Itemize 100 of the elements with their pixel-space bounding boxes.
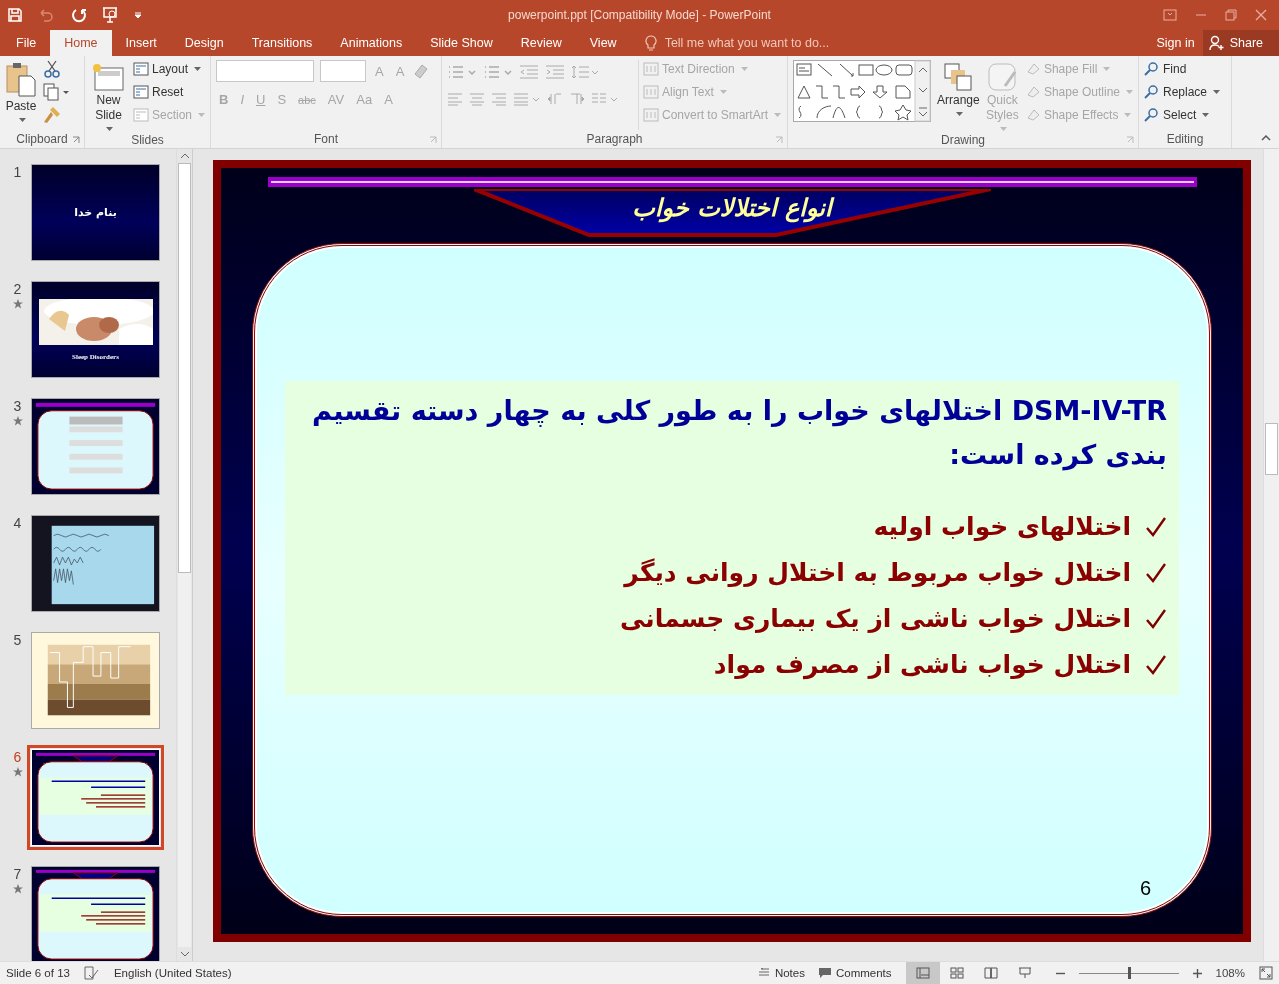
notes-button[interactable]: Notes bbox=[757, 967, 805, 979]
customize-icon[interactable] bbox=[133, 10, 143, 20]
scissors-icon[interactable] bbox=[43, 60, 61, 78]
ribbon-display-icon[interactable] bbox=[1163, 9, 1177, 21]
ribbon-tab[interactable]: Design bbox=[170, 30, 238, 56]
intro-text: DSM-IV-TR اختلالهای خواب را به طور کلی به چهار دسته تقسیم بندی کرده است: bbox=[311, 394, 1167, 473]
new-slide-button[interactable]: New Slide bbox=[90, 60, 127, 131]
slide-thumbnail[interactable] bbox=[31, 515, 160, 612]
arrange-icon bbox=[943, 62, 974, 92]
slide-number: 6 bbox=[13, 749, 22, 765]
scrollbar-thumb[interactable] bbox=[178, 163, 191, 573]
spell-check-icon[interactable] bbox=[83, 966, 100, 980]
ribbon-tab[interactable]: File bbox=[2, 30, 51, 56]
bullet-text: اختلالهای خواب اولیه bbox=[873, 511, 1131, 543]
check-icon bbox=[1145, 654, 1167, 676]
ltr-icon[interactable] bbox=[547, 92, 563, 106]
ribbon-tab[interactable]: Animations bbox=[326, 30, 417, 56]
caret-icon bbox=[956, 112, 964, 116]
scroll-down-icon[interactable] bbox=[178, 949, 191, 959]
slide-thumbnail[interactable] bbox=[31, 632, 160, 729]
normal-view-button[interactable] bbox=[905, 962, 940, 984]
group-label: Editing bbox=[1166, 132, 1204, 146]
group-label: Slides bbox=[131, 132, 164, 147]
zoom-thumb[interactable] bbox=[1127, 967, 1131, 979]
sign-in-link[interactable]: Sign in bbox=[1148, 30, 1203, 56]
page-number: 6 bbox=[1139, 877, 1151, 900]
presentation-icon[interactable] bbox=[101, 6, 119, 24]
repeat-icon[interactable] bbox=[71, 7, 87, 23]
font-name-field[interactable] bbox=[216, 60, 314, 82]
ribbon-command[interactable]: Replace bbox=[1144, 83, 1221, 101]
group-label: Clipboard bbox=[16, 132, 68, 146]
ribbon-command[interactable]: Select bbox=[1144, 106, 1221, 124]
ribbon-command[interactable]: Find bbox=[1144, 60, 1221, 78]
dialog-launcher-icon[interactable] bbox=[775, 136, 783, 144]
zoom-level[interactable]: 108% bbox=[1215, 967, 1245, 979]
book-icon bbox=[983, 967, 998, 979]
group-label: Drawing bbox=[941, 132, 985, 147]
numbering-icon[interactable] bbox=[483, 64, 513, 80]
dialog-launcher-icon[interactable] bbox=[1126, 136, 1134, 144]
caret-icon bbox=[1124, 113, 1132, 117]
caret-icon bbox=[1202, 113, 1210, 117]
ribbon-tab[interactable]: Slide Show bbox=[416, 30, 507, 56]
paste-button[interactable]: Paste bbox=[5, 60, 37, 130]
window-title: powerpoint.ppt [Compatibility Mode] - PowerPoint bbox=[508, 8, 771, 22]
projector-screen-icon bbox=[1017, 967, 1032, 979]
magnifier-icon bbox=[1144, 62, 1160, 76]
magnifier-icon bbox=[1144, 85, 1160, 99]
slide-number: 5 bbox=[13, 632, 22, 648]
ribbon-tab[interactable]: Home bbox=[50, 30, 112, 56]
caret-icon bbox=[1126, 90, 1133, 94]
zoom-in-icon[interactable] bbox=[1192, 968, 1202, 978]
ribbon-tab[interactable]: Insert bbox=[111, 30, 171, 56]
save-icon[interactable] bbox=[7, 7, 23, 23]
tell-me-field[interactable]: Tell me what you want to do... bbox=[662, 35, 867, 51]
ribbon-tab[interactable]: Review bbox=[506, 30, 576, 56]
slide-thumbnail[interactable]: بنام خدا bbox=[31, 164, 160, 261]
dialog-launcher-icon[interactable] bbox=[72, 136, 80, 144]
caret-icon bbox=[719, 90, 727, 94]
notes-icon bbox=[757, 968, 770, 978]
scrollbar-thumb[interactable] bbox=[1265, 423, 1278, 475]
caret-icon bbox=[1000, 127, 1008, 131]
collapse-ribbon-icon[interactable] bbox=[1261, 134, 1271, 142]
ribbon-tab[interactable]: View bbox=[575, 30, 631, 56]
ribbon-command[interactable]: Reset bbox=[132, 83, 205, 101]
font-size-field[interactable] bbox=[320, 60, 366, 82]
slide-number: 2 bbox=[13, 281, 22, 297]
restore-icon[interactable] bbox=[1225, 9, 1237, 21]
caret-icon bbox=[106, 127, 114, 131]
scroll-up-icon[interactable] bbox=[178, 151, 191, 161]
shapes-gallery[interactable] bbox=[793, 60, 931, 122]
slide-number: 4 bbox=[13, 515, 22, 531]
rtl-icon[interactable] bbox=[569, 92, 585, 106]
slide-number: 1 bbox=[13, 164, 22, 180]
normal-view-icon bbox=[915, 967, 930, 979]
close-icon[interactable] bbox=[1255, 9, 1267, 21]
slide-number: 3 bbox=[13, 398, 22, 414]
language-status[interactable]: English (United States) bbox=[113, 967, 232, 979]
ribbon-tab[interactable]: Transitions bbox=[237, 30, 327, 56]
format-painter-icon[interactable] bbox=[43, 106, 61, 124]
new-slide-icon bbox=[91, 62, 126, 92]
comment-icon bbox=[818, 968, 831, 978]
ribbon-command[interactable]: Layout bbox=[132, 60, 205, 78]
bullets-icon[interactable] bbox=[447, 64, 477, 80]
comments-button[interactable]: Comments bbox=[818, 967, 892, 979]
line-spacing-icon[interactable] bbox=[571, 64, 599, 80]
slide-thumbnail[interactable] bbox=[31, 398, 160, 495]
clipboard-icon bbox=[5, 62, 37, 98]
copy-icon[interactable] bbox=[43, 83, 69, 101]
magnifier-icon bbox=[1144, 108, 1160, 122]
slide-thumbnail[interactable] bbox=[31, 866, 160, 961]
check-icon bbox=[1145, 608, 1167, 630]
slide-number: 7 bbox=[13, 866, 22, 882]
slide-counter: Slide 6 of 13 bbox=[6, 967, 70, 979]
add-person-icon bbox=[1208, 35, 1225, 51]
arrange-button[interactable]: Arrange bbox=[937, 60, 980, 131]
fit-to-window-icon[interactable] bbox=[1259, 966, 1273, 980]
share-button[interactable]: Share bbox=[1202, 30, 1279, 56]
eraser-icon[interactable] bbox=[413, 63, 430, 79]
grid-icon bbox=[949, 967, 964, 979]
dialog-launcher-icon[interactable] bbox=[429, 136, 437, 144]
